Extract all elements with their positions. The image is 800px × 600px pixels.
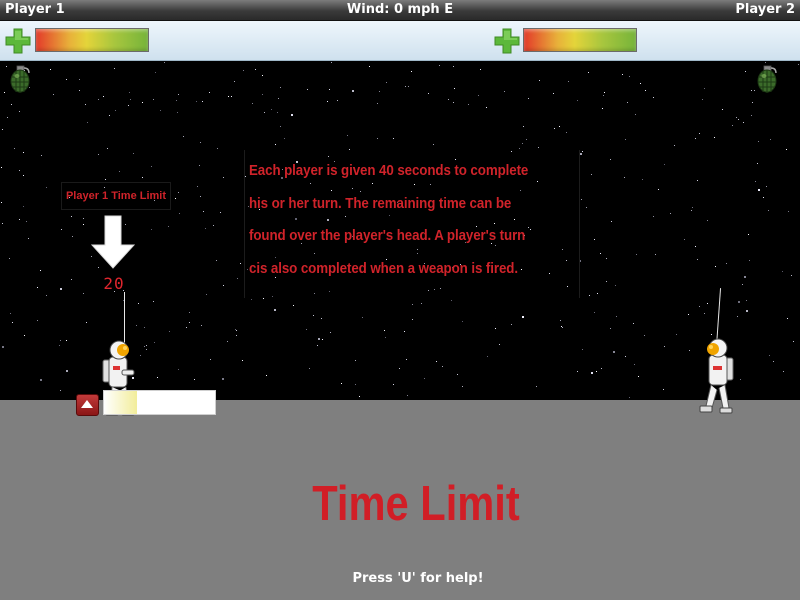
plus-icon <box>494 28 520 54</box>
power-meter-fill <box>104 391 138 414</box>
help-hint: Press 'U' for help! <box>352 571 484 586</box>
tutorial-text: Each player is given 40 seconds to compl… <box>249 163 529 277</box>
plus-icon <box>5 28 31 54</box>
time-limit-indicator-label: Player 1 Time Limit <box>61 182 171 210</box>
game-stage: Player 1 Wind: 0 mph E Player 2 Each pla… <box>0 0 800 600</box>
aim-line <box>124 292 125 344</box>
tutorial-title: Time Limit <box>312 477 520 531</box>
power-meter[interactable] <box>103 390 216 415</box>
wind-indicator: Wind: 0 mph E <box>346 2 454 17</box>
arrow-down-icon <box>91 215 135 269</box>
grenade-icon[interactable] <box>8 64 32 94</box>
power-up-button[interactable] <box>76 394 99 416</box>
player2-astronaut <box>699 338 734 414</box>
health-strip <box>0 21 800 61</box>
turn-timer: 20 <box>103 274 125 293</box>
status-bar: Player 1 Wind: 0 mph E Player 2 <box>0 0 800 21</box>
player2-name: Player 2 <box>735 2 795 17</box>
player2-health-bar <box>523 28 637 52</box>
player1-health-bar <box>35 28 149 52</box>
grenade-icon[interactable] <box>755 64 779 94</box>
